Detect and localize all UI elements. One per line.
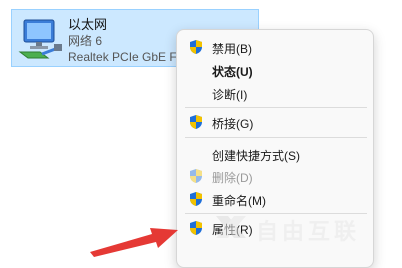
menu-separator [185,137,367,138]
menu-item-label: 创建快捷方式(S) [212,149,300,163]
menu-item-status[interactable]: 状态(U) [177,59,373,81]
uac-shield-icon [190,40,202,54]
uac-shield-icon [190,169,202,183]
menu-item-disable[interactable]: 禁用(B) [177,36,373,58]
menu-item-label: 重命名(M) [212,194,266,208]
menu-item-label: 诊断(I) [212,88,248,102]
menu-item-label: 桥接(G) [212,117,254,131]
menu-separator [185,107,367,108]
adapter-name: 以太网 [68,17,108,32]
uac-shield-icon [190,221,202,235]
menu-item-diagnose[interactable]: 诊断(I) [177,82,373,104]
menu-item-delete[interactable]: 删除(D) [177,165,373,187]
uac-shield-icon [190,192,202,206]
watermark: 自由互联 [212,212,402,244]
menu-item-rename[interactable]: 重命名(M) [177,188,373,210]
watermark-logo-icon [216,216,246,238]
menu-item-label: 删除(D) [212,171,253,185]
watermark-text: 自由互联 [256,219,361,244]
menu-item-label: 状态(U) [212,65,253,79]
network-adapter-icon [18,19,62,59]
uac-shield-icon [190,115,202,129]
menu-item-create-shortcut[interactable]: 创建快捷方式(S) [177,143,373,165]
menu-item-bridge[interactable]: 桥接(G) [177,111,373,133]
red-arrow-annotation [90,228,178,257]
adapter-network: 网络 6 [68,34,103,48]
menu-item-label: 禁用(B) [212,42,252,56]
